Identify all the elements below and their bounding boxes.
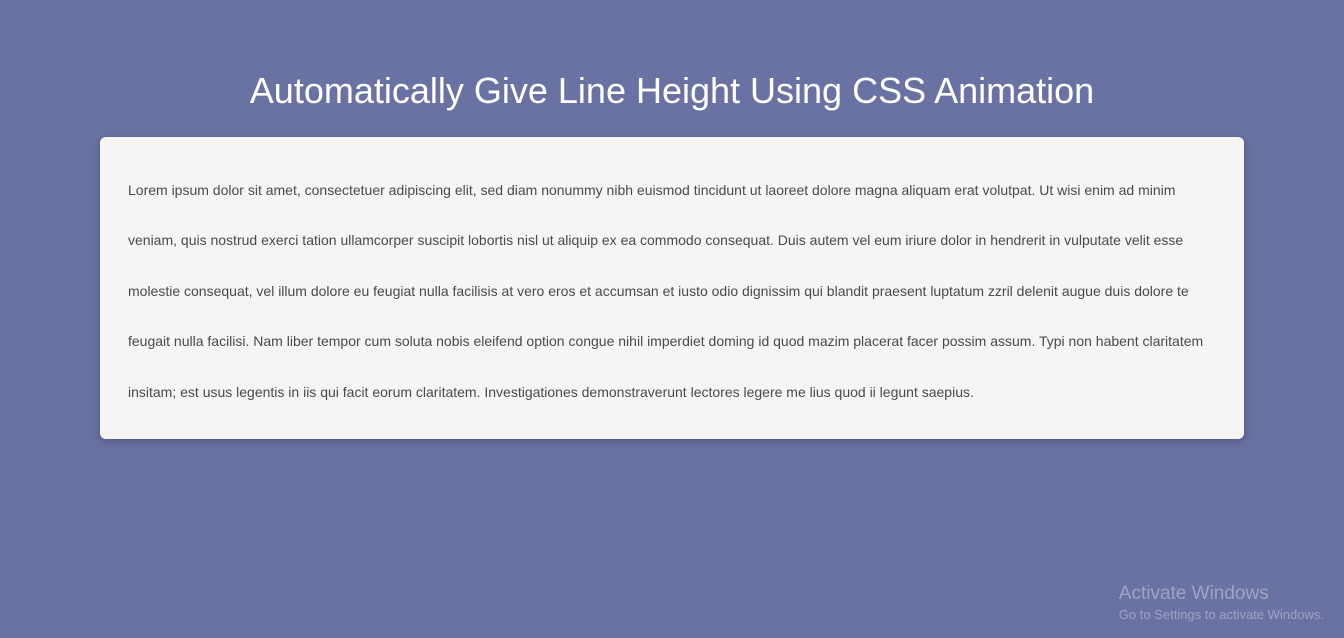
content-card: Lorem ipsum dolor sit amet, consectetuer… <box>100 137 1244 439</box>
activate-windows-watermark: Activate Windows Go to Settings to activ… <box>1119 583 1324 622</box>
body-text: Lorem ipsum dolor sit amet, consectetuer… <box>128 165 1216 417</box>
watermark-sub: Go to Settings to activate Windows. <box>1119 607 1324 622</box>
watermark-title: Activate Windows <box>1119 583 1324 605</box>
page-title: Automatically Give Line Height Using CSS… <box>100 70 1244 112</box>
